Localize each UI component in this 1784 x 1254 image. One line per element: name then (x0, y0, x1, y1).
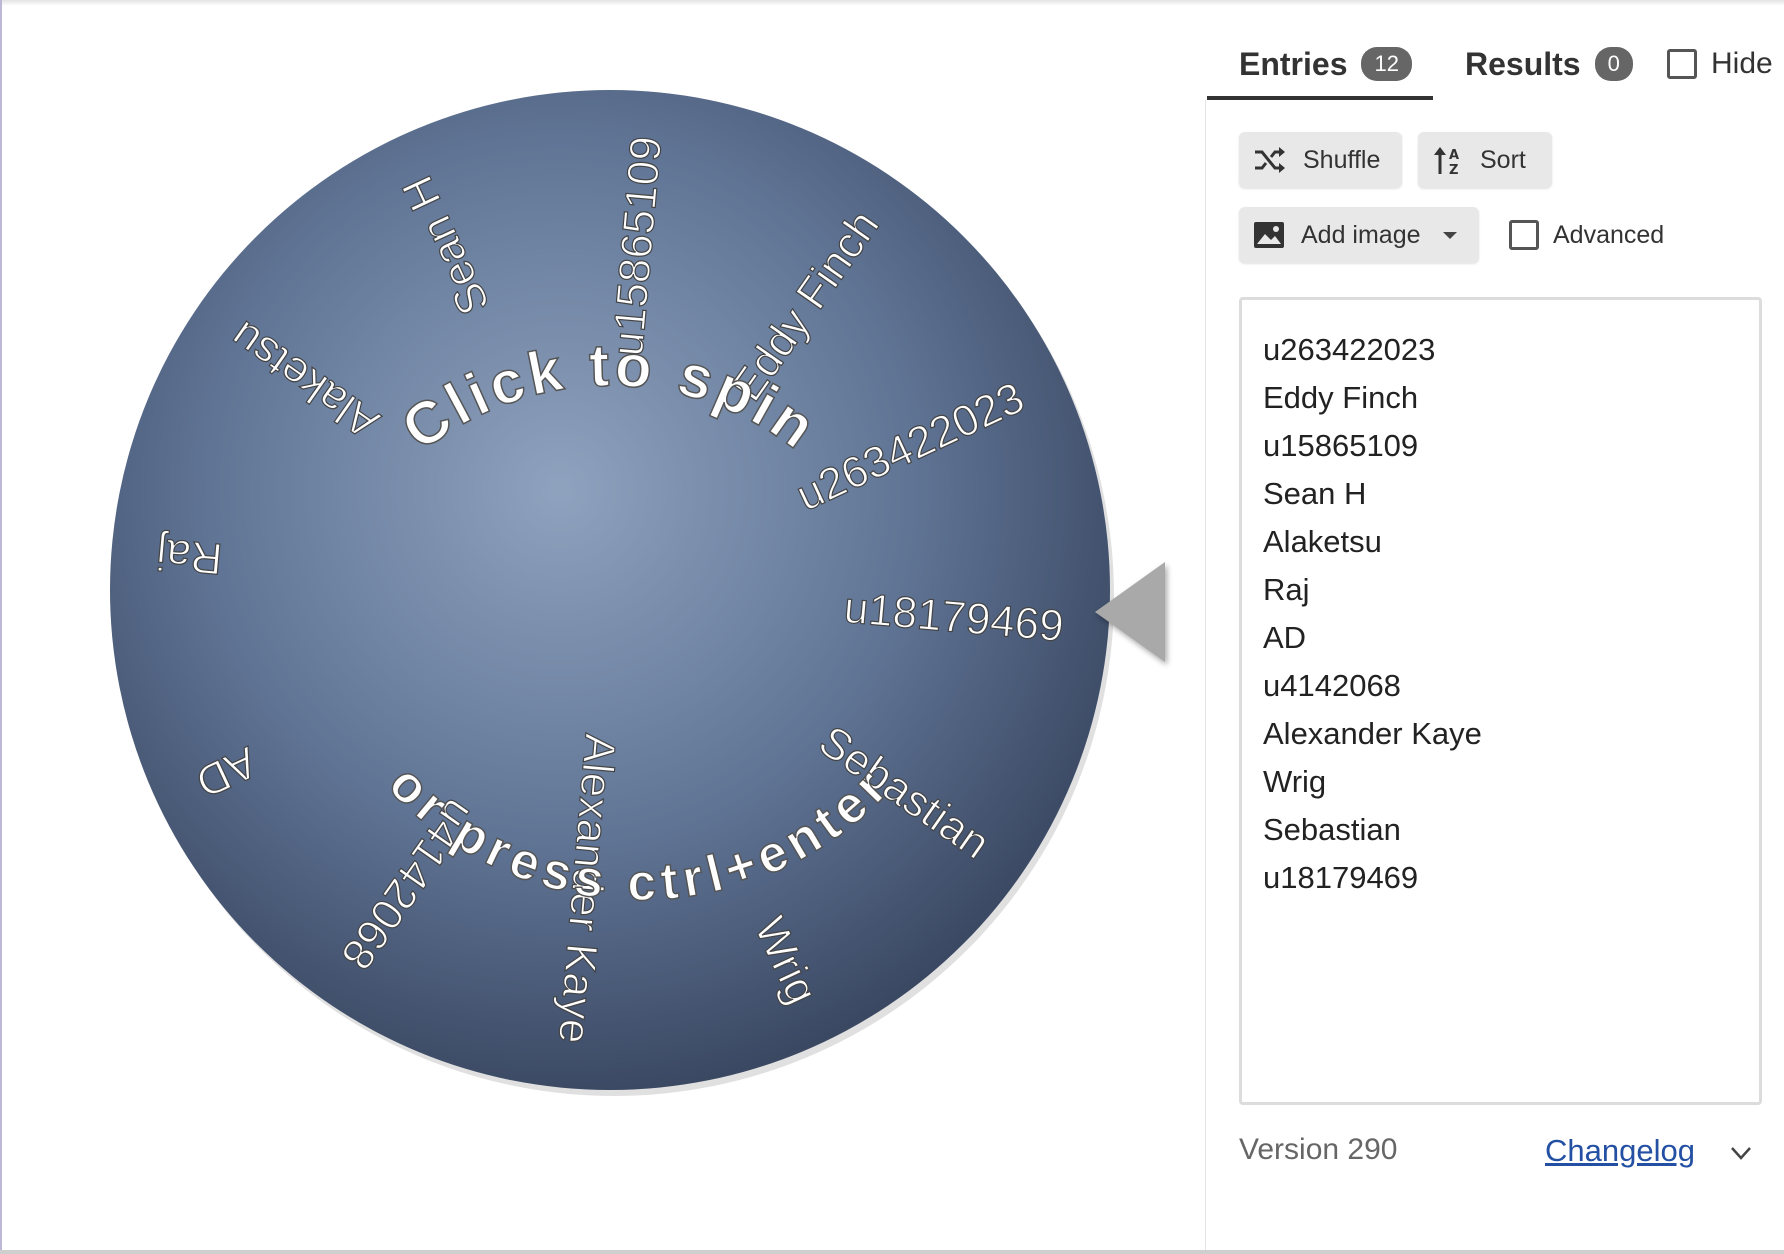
advanced-checkbox[interactable] (1509, 220, 1539, 250)
entry-line[interactable]: Wrig (1263, 758, 1759, 806)
entry-line[interactable]: u4142068 (1263, 662, 1759, 710)
entry-line[interactable]: u15865109 (1263, 422, 1759, 470)
hide-toggle[interactable]: Hide (1667, 28, 1773, 100)
sort-icon: A Z (1434, 147, 1459, 176)
wheel-pointer (1095, 562, 1165, 662)
entry-line[interactable]: Alaketsu (1263, 518, 1759, 566)
advanced-label: Advanced (1553, 220, 1665, 249)
entry-line[interactable]: AD (1263, 614, 1759, 662)
add-image-label: Add image (1301, 220, 1421, 249)
results-count-badge: 0 (1594, 47, 1633, 81)
chevron-down-icon[interactable] (1442, 231, 1457, 239)
svg-text:A: A (1449, 148, 1459, 163)
active-tab-indicator (1207, 96, 1433, 100)
version-label: Version 290 (1239, 1133, 1398, 1166)
svg-text:Z: Z (1449, 163, 1458, 176)
wheel-area: u263422023 Eddy Finch u15865109 Sean H Alake… (0, 0, 1205, 1254)
changelog-link[interactable]: Changelog (1545, 1133, 1695, 1169)
entries-count-badge: 12 (1361, 47, 1412, 81)
entry-line[interactable]: Alexander Kaye (1263, 710, 1759, 758)
shuffle-button[interactable]: Shuffle (1239, 132, 1402, 188)
hide-label: Hide (1711, 47, 1773, 80)
panel-divider (1205, 100, 1206, 1254)
tabs-bar: Entries 12 Results 0 Hide (1207, 28, 1784, 100)
wheel-disc (110, 90, 1110, 1090)
image-icon (1254, 222, 1284, 248)
shuffle-icon (1255, 147, 1285, 173)
entry-line[interactable]: u263422023 (1263, 326, 1759, 374)
chevron-down-icon[interactable] (1730, 1142, 1752, 1164)
sort-button[interactable]: A Z Sort (1418, 132, 1552, 188)
sort-label: Sort (1480, 145, 1526, 174)
entry-line[interactable]: Sebastian (1263, 806, 1759, 854)
tab-entries[interactable]: Entries 12 (1239, 28, 1412, 100)
add-image-button[interactable]: Add image (1239, 207, 1479, 263)
entry-line[interactable]: Eddy Finch (1263, 374, 1759, 422)
tab-results[interactable]: Results 0 (1465, 28, 1633, 100)
wheel-segment-label: Raj (154, 529, 224, 584)
entry-line[interactable]: Raj (1263, 566, 1759, 614)
hide-checkbox[interactable] (1667, 49, 1697, 79)
tab-results-label: Results (1465, 45, 1581, 82)
window-bottom-border (0, 1250, 1784, 1254)
tab-entries-label: Entries (1239, 45, 1348, 82)
spinner-wheel[interactable]: u263422023Eddy Finchu15865109Sean HAlake… (100, 80, 1120, 1100)
advanced-toggle[interactable]: Advanced (1509, 207, 1664, 263)
entries-textarea[interactable]: u263422023 Eddy Finch u15865109 Sean H Alake… (1239, 297, 1762, 1105)
entry-line[interactable]: Sean H (1263, 470, 1759, 518)
shuffle-label: Shuffle (1303, 145, 1381, 174)
entry-line[interactable]: u18179469 (1263, 854, 1759, 902)
